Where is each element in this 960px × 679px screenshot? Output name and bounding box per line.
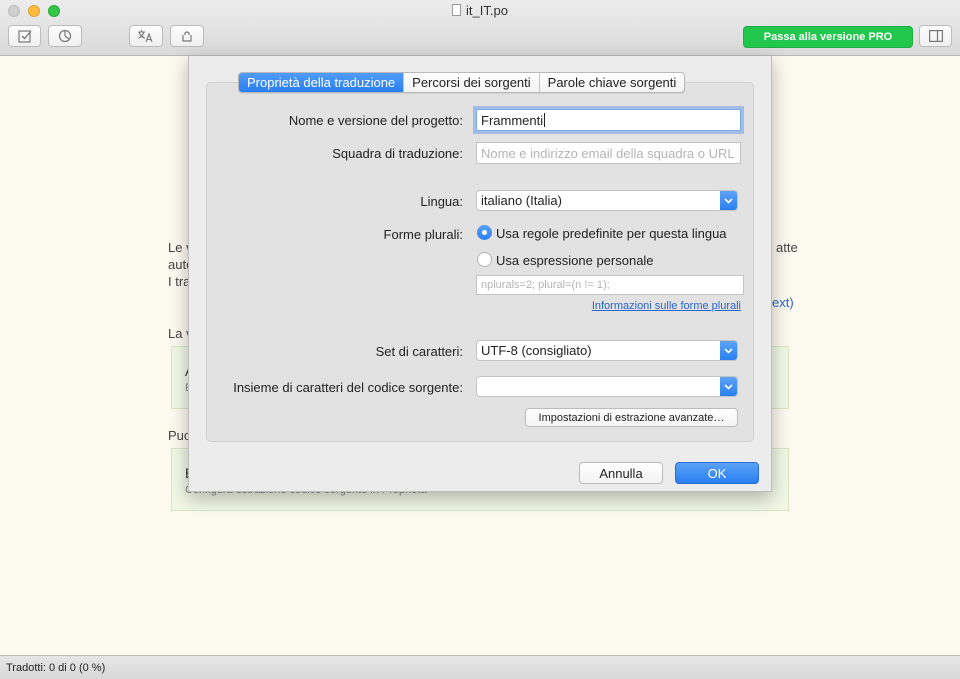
tab-source-paths[interactable]: Percorsi dei sorgenti bbox=[403, 73, 539, 92]
project-name-label: Nome e versione del progetto: bbox=[288, 113, 463, 128]
translate-icon bbox=[138, 30, 153, 43]
chevron-down-icon bbox=[720, 341, 737, 360]
translation-team-input[interactable]: Nome e indirizzo email della squadra o U… bbox=[476, 142, 741, 164]
update-from-source-button[interactable] bbox=[170, 25, 204, 47]
window-title: it_IT.po bbox=[0, 3, 960, 18]
pie-chart-icon bbox=[58, 29, 72, 43]
plural-default-label[interactable]: Usa regole predefinite per questa lingua bbox=[496, 226, 727, 241]
translation-progress-text: Tradotti: 0 di 0 (0 %) bbox=[6, 662, 106, 674]
status-bar: Tradotti: 0 di 0 (0 %) bbox=[0, 655, 960, 679]
text-cursor bbox=[544, 113, 546, 127]
validate-button[interactable] bbox=[8, 25, 41, 47]
source-charset-select[interactable] bbox=[476, 376, 738, 397]
pretranslate-button[interactable] bbox=[129, 25, 163, 47]
cancel-button[interactable]: Annulla bbox=[579, 462, 663, 484]
plural-forms-info-link[interactable]: Informazioni sulle forme plurali bbox=[592, 300, 741, 312]
background-link[interactable]: ext) bbox=[772, 295, 794, 310]
refresh-source-icon bbox=[182, 31, 192, 42]
language-select[interactable]: italiano (Italia) bbox=[476, 190, 738, 211]
plural-custom-radio[interactable] bbox=[477, 252, 492, 267]
project-name-input[interactable]: Frammenti bbox=[476, 109, 741, 131]
charset-label: Set di caratteri: bbox=[375, 344, 463, 359]
sidebar-toggle-button[interactable] bbox=[919, 25, 952, 47]
tab-source-keywords[interactable]: Parole chiave sorgenti bbox=[538, 73, 685, 92]
chevron-down-icon bbox=[720, 191, 737, 210]
welcome-text-line1-end: atte bbox=[776, 240, 798, 255]
ok-button[interactable]: OK bbox=[675, 462, 759, 484]
charset-select[interactable]: UTF-8 (consigliato) bbox=[476, 340, 738, 361]
sidebar-icon bbox=[928, 30, 943, 42]
properties-tabs: Proprietà della traduzione Percorsi dei … bbox=[238, 72, 686, 93]
advanced-extraction-button[interactable]: Impostazioni di estrazione avanzate… bbox=[525, 408, 738, 427]
upgrade-pro-button[interactable]: Passa alla versione PRO bbox=[743, 26, 913, 48]
statistics-button[interactable] bbox=[48, 25, 82, 47]
plural-custom-label[interactable]: Usa espressione personale bbox=[496, 253, 654, 268]
document-icon bbox=[452, 4, 462, 16]
plural-default-radio[interactable] bbox=[477, 225, 492, 240]
source-charset-label: Insieme di caratteri del codice sorgente… bbox=[233, 380, 463, 395]
plural-expression-input[interactable]: nplurals=2; plural=(n != 1); bbox=[476, 275, 744, 295]
checkbox-icon bbox=[17, 30, 31, 43]
plural-forms-label: Forme plurali: bbox=[383, 227, 463, 242]
window-titlebar: it_IT.po Passa alla versione PRO bbox=[0, 0, 960, 56]
tab-translation-properties[interactable]: Proprietà della traduzione bbox=[239, 73, 404, 92]
language-label: Lingua: bbox=[420, 194, 463, 209]
chevron-down-icon bbox=[720, 377, 737, 396]
translation-team-label: Squadra di traduzione: bbox=[332, 146, 463, 161]
